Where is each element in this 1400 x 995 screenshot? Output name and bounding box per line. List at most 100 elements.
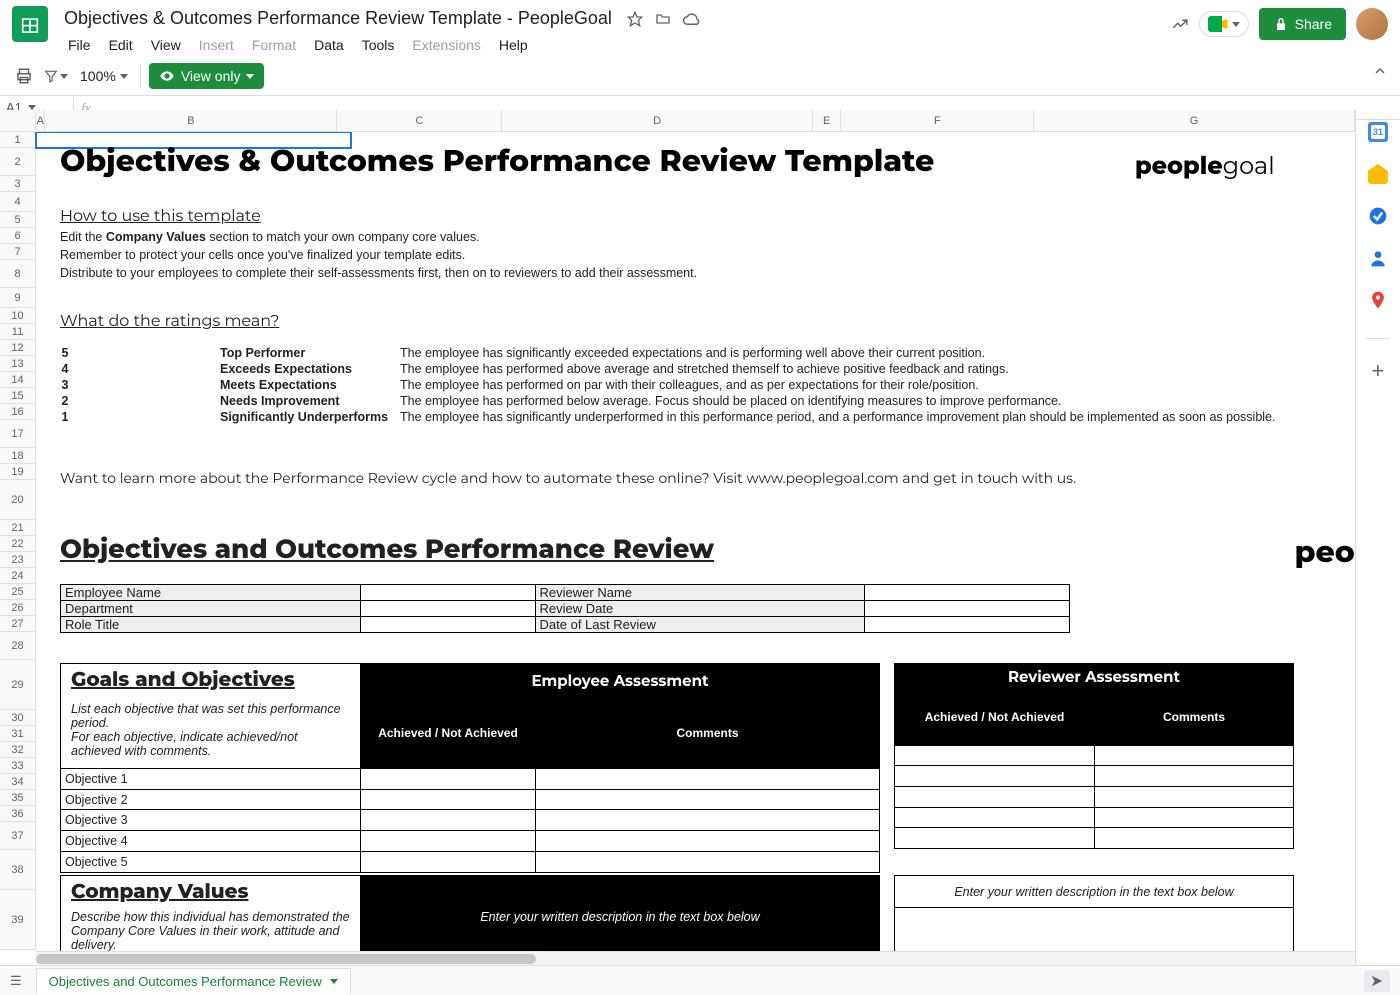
- objective-row[interactable]: Objective 5: [61, 851, 880, 872]
- maps-icon[interactable]: [1368, 290, 1388, 310]
- row-34[interactable]: 34: [0, 774, 35, 790]
- star-icon[interactable]: [626, 10, 644, 28]
- goals-section: Goals and Objectives List each objective…: [60, 663, 1331, 849]
- row-9[interactable]: 9: [0, 288, 35, 308]
- col-F[interactable]: F: [841, 110, 1034, 131]
- row-20[interactable]: 20: [0, 480, 35, 520]
- col-D[interactable]: D: [502, 110, 813, 131]
- zoom-select[interactable]: 100%: [76, 68, 132, 84]
- sheet-tab-bar: ☰ Objectives and Outcomes Performance Re…: [0, 965, 1400, 995]
- select-all-corner[interactable]: [0, 110, 36, 131]
- row-37[interactable]: 37: [0, 822, 35, 850]
- chevron-down-icon: [120, 74, 128, 79]
- column-headers[interactable]: A B C D E F G: [0, 110, 1355, 132]
- account-avatar[interactable]: [1356, 8, 1388, 40]
- menu-format[interactable]: Format: [244, 33, 304, 57]
- move-folder-icon[interactable]: [654, 10, 672, 28]
- all-sheets-icon[interactable]: ☰: [10, 973, 22, 989]
- sheets-logo-icon[interactable]: [12, 6, 48, 42]
- row-32[interactable]: 32: [0, 742, 35, 758]
- row-7[interactable]: 7: [0, 244, 35, 260]
- col-comments: Comments: [536, 697, 880, 769]
- chevron-down-icon: [246, 74, 254, 79]
- col-E[interactable]: E: [813, 110, 841, 131]
- menu-help[interactable]: Help: [491, 33, 536, 57]
- objective-row-rev[interactable]: [895, 828, 1294, 849]
- sheet-tab[interactable]: Objectives and Outcomes Performance Revi…: [36, 968, 351, 994]
- print-icon[interactable]: [12, 64, 36, 88]
- row-3[interactable]: 3: [0, 176, 35, 192]
- col-C[interactable]: C: [337, 110, 502, 131]
- row-2[interactable]: 2: [0, 148, 35, 176]
- keep-icon[interactable]: [1368, 164, 1388, 184]
- row-6[interactable]: 6: [0, 228, 35, 244]
- rating-row: 2Needs ImprovementThe employee has perfo…: [60, 393, 1331, 409]
- objective-row-rev[interactable]: [895, 786, 1294, 807]
- objective-row-rev[interactable]: [895, 745, 1294, 766]
- row-31[interactable]: 31: [0, 726, 35, 742]
- row-21[interactable]: 21: [0, 520, 35, 536]
- row-5[interactable]: 5: [0, 212, 35, 228]
- row-25[interactable]: 25: [0, 584, 35, 600]
- row-18[interactable]: 18: [0, 448, 35, 464]
- spreadsheet-grid[interactable]: A B C D E F G 12345678910111213141516171…: [0, 110, 1355, 965]
- col-A[interactable]: A: [36, 110, 45, 131]
- row-30[interactable]: 30: [0, 710, 35, 726]
- meet-button[interactable]: [1199, 11, 1249, 37]
- chevron-down-icon: [1232, 22, 1240, 27]
- row-33[interactable]: 33: [0, 758, 35, 774]
- objective-row[interactable]: Objective 4: [61, 831, 880, 852]
- menu-view[interactable]: View: [143, 33, 189, 57]
- row-35[interactable]: 35: [0, 790, 35, 806]
- tasks-icon[interactable]: [1368, 206, 1388, 226]
- row-28[interactable]: 28: [0, 632, 35, 660]
- row-19[interactable]: 19: [0, 464, 35, 480]
- cloud-status-icon[interactable]: [682, 10, 700, 28]
- row-36[interactable]: 36: [0, 806, 35, 822]
- row-8[interactable]: 8: [0, 260, 35, 288]
- row-24[interactable]: 24: [0, 568, 35, 584]
- objective-row[interactable]: Objective 2: [61, 789, 880, 810]
- row-26[interactable]: 26: [0, 600, 35, 616]
- activity-icon[interactable]: [1171, 15, 1189, 33]
- rating-row: 3Meets ExpectationsThe employee has perf…: [60, 377, 1331, 393]
- review-title: Objectives and Outcomes Performance Revi…: [60, 533, 1295, 565]
- doc-title[interactable]: Objectives & Outcomes Performance Review…: [60, 6, 616, 31]
- howto-heading: How to use this template: [60, 207, 1331, 226]
- toolbar: 100% View only: [0, 57, 1400, 96]
- view-only-button[interactable]: View only: [149, 63, 265, 89]
- horizontal-scrollbar[interactable]: [36, 951, 1355, 965]
- row-headers[interactable]: 1234567891011121314151617181920212223242…: [0, 132, 36, 950]
- row-4[interactable]: 4: [0, 192, 35, 212]
- row-1[interactable]: 1: [0, 132, 35, 148]
- add-addon-icon[interactable]: +: [1368, 361, 1388, 381]
- filter-icon[interactable]: [44, 64, 68, 88]
- col-B[interactable]: B: [45, 110, 337, 131]
- explore-button[interactable]: [1364, 970, 1390, 992]
- row-22[interactable]: 22: [0, 536, 35, 552]
- objective-row-rev[interactable]: [895, 807, 1294, 828]
- row-38[interactable]: 38: [0, 850, 35, 890]
- menu-edit[interactable]: Edit: [101, 33, 141, 57]
- row-29[interactable]: 29: [0, 660, 35, 710]
- row-10[interactable]: 10: [0, 308, 35, 324]
- row-27[interactable]: 27: [0, 616, 35, 632]
- share-button[interactable]: Share: [1259, 8, 1346, 40]
- contacts-icon[interactable]: [1368, 248, 1388, 268]
- collapse-toolbar-icon[interactable]: [1372, 63, 1388, 82]
- col-G[interactable]: G: [1034, 110, 1354, 131]
- menu-tools[interactable]: Tools: [354, 33, 403, 57]
- calendar-icon[interactable]: 31: [1368, 122, 1388, 142]
- side-panel: 31 +: [1355, 110, 1400, 965]
- objective-row-rev[interactable]: [895, 766, 1294, 787]
- objective-row[interactable]: Objective 3: [61, 810, 880, 831]
- menu-data[interactable]: Data: [306, 33, 352, 57]
- goals-sub: List each objective that was set this pe…: [65, 692, 356, 768]
- menu-insert[interactable]: Insert: [191, 33, 242, 57]
- objective-row[interactable]: Objective 1: [61, 769, 880, 790]
- row-39[interactable]: 39: [0, 890, 35, 950]
- menu-file[interactable]: File: [60, 33, 99, 57]
- menu-extensions[interactable]: Extensions: [404, 33, 488, 57]
- row-23[interactable]: 23: [0, 552, 35, 568]
- row-11[interactable]: 11: [0, 324, 35, 340]
